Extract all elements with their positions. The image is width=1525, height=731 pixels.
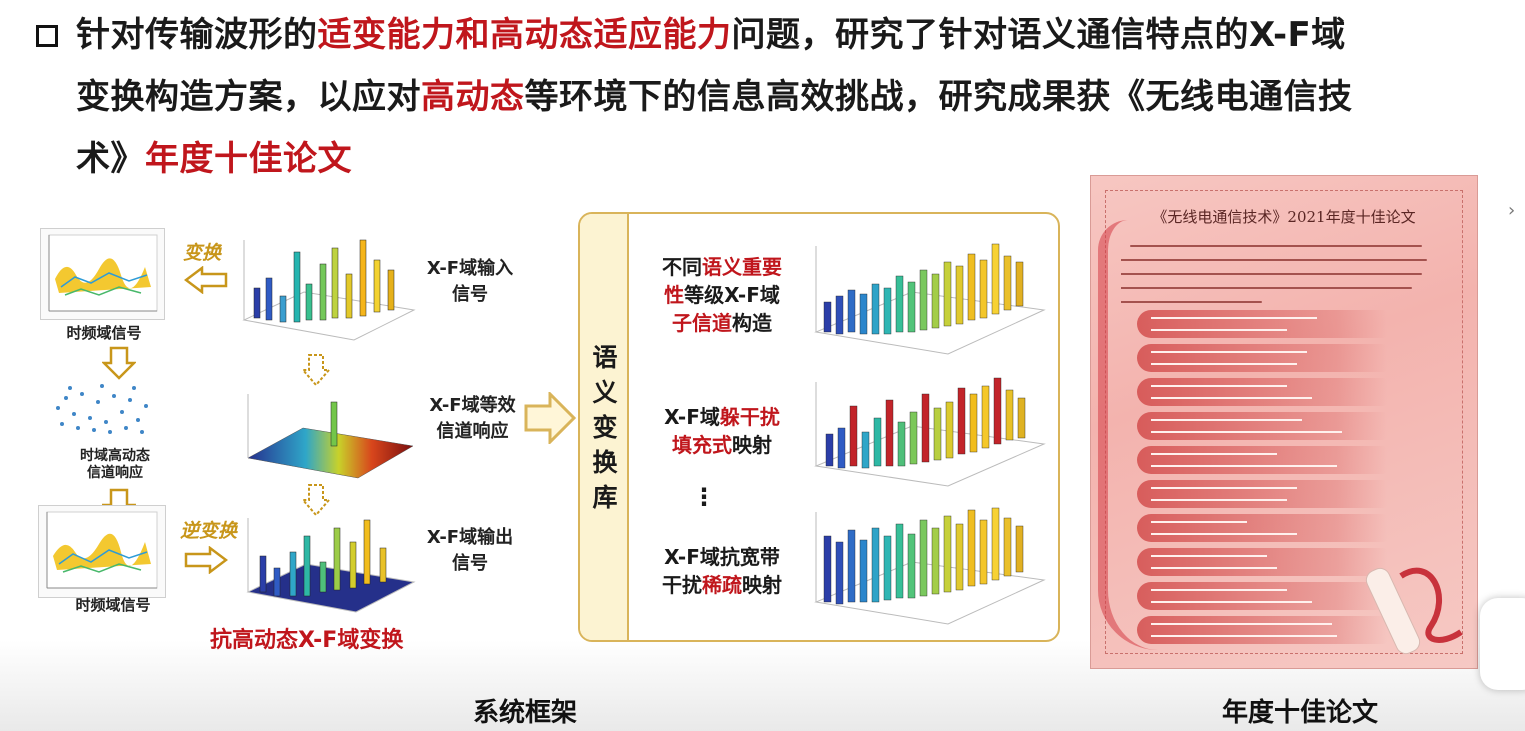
body-text: X-F域抗宽带 — [664, 545, 780, 569]
header-line-1: 针对传输波形的适变能力和高动态适应能力问题，研究了针对语义通信特点的X-F域 — [76, 15, 1346, 55]
certificate-ribbon — [1098, 220, 1158, 650]
scroll-ribbon-icon — [1365, 567, 1463, 655]
tf-signal-top-label: 时频域信号 — [66, 324, 142, 342]
caption-system-framework: 系统框架 — [472, 698, 577, 728]
right-arrow-icon — [184, 546, 228, 574]
body-text: 干扰 — [662, 573, 702, 597]
library-item-line: 性等级X-F域 — [648, 281, 796, 309]
side-floating-tab[interactable] — [1480, 598, 1525, 690]
bar3d-plot-icon — [814, 377, 1046, 487]
body-text: 针对传输波形的 — [76, 15, 318, 55]
bar3d-plot-icon — [246, 518, 416, 613]
caption-top-ten-paper: 年度十佳论文 — [1221, 698, 1378, 728]
library-plot-1 — [808, 232, 1048, 360]
next-page-icon[interactable]: › — [1508, 200, 1515, 221]
bar3d-plot-icon — [814, 507, 1046, 625]
tf-channel-scatter — [40, 378, 165, 446]
library-title: 语 义 变 换 库 — [592, 343, 618, 512]
body-text: X-F域 — [664, 405, 720, 429]
xf-output-bar-plot — [238, 512, 418, 622]
highlight-text: 填充式 — [672, 433, 732, 457]
body-text: 术》 — [76, 139, 145, 179]
body-text: 构造 — [732, 311, 772, 335]
left-arrow-icon — [184, 266, 228, 294]
transform-tag: 变换 — [183, 242, 222, 264]
certificate-text-lines — [1120, 245, 1427, 303]
library-item-sparse-mapping: X-F域抗宽带 干扰稀疏映射 — [648, 543, 796, 599]
header-line-2: 变换构造方案，以应对高动态等环境下的信息高效挑战，研究成果获《无线电通信技 — [76, 77, 1353, 117]
library-item-line: 子信道构造 — [648, 309, 796, 337]
xf-channel-plot — [238, 388, 418, 488]
highlight-text: 高动态 — [421, 77, 525, 117]
highlight-text: 稀疏 — [702, 573, 742, 597]
bullet-square-icon — [36, 25, 58, 47]
highlight-text: 适变能力和高动态适应能力 — [317, 15, 732, 55]
down-arrow-icon — [102, 346, 136, 380]
highlight-text: 性 — [664, 283, 685, 307]
tf-channel-label: 时域高动态 信道响应 — [80, 448, 150, 481]
certificate-entry — [1137, 344, 1387, 372]
tf-signal-bottom-label: 时频域信号 — [75, 596, 151, 614]
library-item-line: 干扰稀疏映射 — [648, 571, 796, 599]
certificate-body-text — [1120, 238, 1437, 315]
certificate-entry — [1137, 310, 1387, 338]
library-item-line: 不同语义重要 — [648, 253, 796, 281]
header-line-3: 术》年度十佳论文 — [76, 139, 352, 179]
surface-plot-icon — [48, 234, 158, 312]
certificate-entry — [1137, 480, 1387, 508]
certificate-entry — [1137, 582, 1387, 610]
body-text: 映射 — [732, 433, 772, 457]
highlight-text: 年度十佳论文 — [145, 139, 352, 179]
tf-signal-plot-top — [40, 228, 165, 320]
xf-output-label: X-F域输出 信号 — [426, 527, 514, 574]
tf-signal-plot-bottom — [38, 505, 166, 598]
scatter-plot-icon — [56, 384, 148, 434]
bar3d-plot-icon — [242, 239, 416, 341]
body-text: 等环境下的信息高效挑战，研究成果获《无线电通信技 — [524, 77, 1353, 117]
surface-plot-icon — [46, 511, 158, 589]
highlight-text: 语义重要 — [702, 255, 782, 279]
library-item-line: X-F域躲干扰 — [648, 403, 796, 431]
right-arrow-icon — [524, 392, 576, 444]
body-text: 等级X-F域 — [684, 283, 780, 307]
library-plot-3 — [808, 500, 1048, 630]
certificate-entry — [1137, 446, 1387, 474]
certificate-entry — [1137, 412, 1387, 440]
library-item-subchannel: 不同语义重要 性等级X-F域 子信道构造 — [648, 253, 796, 337]
certificate-entry — [1137, 514, 1387, 542]
highlight-text: 躲干扰 — [719, 405, 780, 429]
xf-input-label: X-F域输入 信号 — [426, 258, 514, 305]
inverse-transform-tag: 逆变换 — [180, 520, 238, 542]
library-item-line: 填充式映射 — [648, 431, 796, 459]
library-plot-2 — [808, 372, 1048, 492]
xf-input-bar-plot — [234, 230, 419, 345]
library-ellipsis: ⋮ — [692, 483, 716, 511]
bar3d-plot-icon — [814, 243, 1046, 355]
body-text: 变换构造方案，以应对 — [76, 77, 421, 117]
dashed-down-arrow-icon — [301, 354, 331, 387]
library-item-line: X-F域抗宽带 — [648, 543, 796, 571]
certificate-entry — [1137, 616, 1387, 644]
highlight-text: 子信道 — [672, 311, 732, 335]
xf-channel-label: X-F域等效 信道响应 — [429, 395, 516, 442]
library-item-interference-avoid: X-F域躲干扰 填充式映射 — [648, 403, 796, 459]
certificate-entry — [1137, 548, 1387, 576]
body-text: 映射 — [742, 573, 782, 597]
bar3d-plot-icon — [247, 394, 414, 479]
certificate-entry — [1137, 378, 1387, 406]
body-text: 问题，研究了针对语义通信特点的X-F域 — [731, 15, 1346, 55]
body-text: 不同 — [662, 255, 702, 279]
anti-high-dynamic-title: 抗高动态X-F域变换 — [210, 628, 404, 653]
